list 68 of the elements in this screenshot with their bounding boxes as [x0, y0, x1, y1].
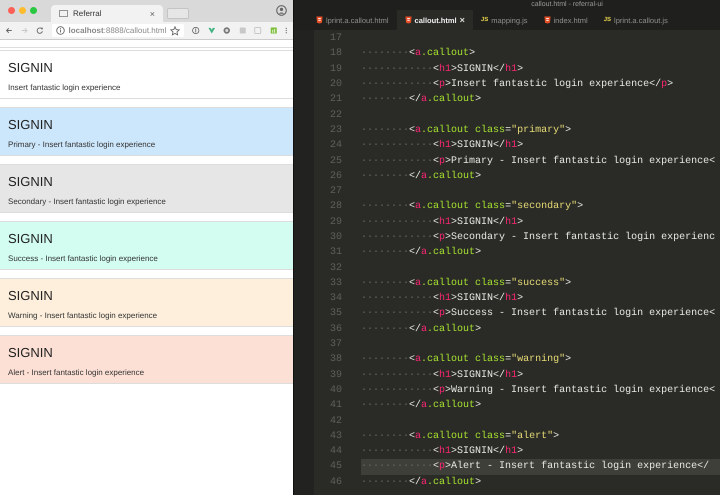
- code-line: ········</a.callout>: [361, 476, 482, 488]
- code-line: ········</a.callout>: [361, 400, 482, 412]
- callout-text: Success - Insert fantastic login experience: [8, 254, 159, 263]
- html-file-icon: [544, 16, 551, 24]
- code-line: ············<p>Alert - Insert fantastic login experience</: [361, 461, 710, 472]
- callout-card[interactable]: SIGNIN Insert fantastic login experience: [0, 50, 293, 99]
- callout-card[interactable]: SIGNIN Primary - Insert fantastic login experience: [0, 107, 293, 156]
- code-line: ········</a.callout>: [361, 94, 482, 106]
- code-line: ········<a.callout class="primary">: [361, 124, 572, 136]
- v-logo-icon[interactable]: [208, 26, 216, 35]
- new-tab-button[interactable]: [167, 8, 189, 19]
- forward-icon[interactable]: [20, 26, 28, 35]
- callout-title: SIGNIN: [8, 345, 54, 360]
- address-bar[interactable]: localhost:8888/callout.html: [52, 24, 184, 37]
- callout-text: Primary - Insert fantastic login experience: [8, 140, 156, 149]
- info-icon: [56, 26, 65, 35]
- chart-icon[interactable]: [270, 26, 278, 35]
- browser-tab[interactable]: Referral ×: [51, 5, 163, 22]
- code-line: ············<h1>SIGNIN</h1>: [361, 446, 524, 458]
- code-line: ············<h1>SIGNIN</h1>: [361, 293, 524, 304]
- code-line: ········<a.callout>: [361, 48, 476, 60]
- zoom-window-button[interactable]: [30, 7, 37, 14]
- callout-text: Alert - Insert fantastic login experience: [8, 368, 146, 377]
- code-line: ········<a.callout class="alert">: [361, 430, 560, 442]
- close-tab-button[interactable]: ×: [460, 15, 465, 25]
- tab-title: Referral: [73, 9, 102, 18]
- code-line: ········</a.callout>: [361, 170, 482, 182]
- code-line: ············<h1>SIGNIN</h1>: [361, 64, 524, 75]
- code-line: ········<a.callout class="warning">: [361, 354, 572, 366]
- code-line: ············<p>Primary - Insert fantastic login experience<: [361, 156, 716, 167]
- code-line: ········</a.callout>: [361, 324, 482, 335]
- menu-icon[interactable]: [285, 26, 288, 35]
- code-line: ············<p>Insert fantastic login experience</p>: [361, 79, 674, 90]
- code-line: ············<p>Warning - Insert fantastic login experience<: [361, 384, 716, 396]
- profile-icon[interactable]: [276, 5, 287, 16]
- square-icon[interactable]: [238, 26, 246, 35]
- code-line: ········</a.callout>: [361, 247, 482, 258]
- callout-title: SIGNIN: [8, 174, 54, 189]
- page-icon: [59, 10, 68, 17]
- callout-title: SIGNIN: [8, 231, 54, 246]
- code-line: ············<h1>SIGNIN</h1>: [361, 216, 524, 228]
- circle-icon[interactable]: [223, 26, 231, 35]
- info-icon[interactable]: [192, 26, 200, 35]
- code-line: ············<p>Secondary - Insert fantastic login experienc: [361, 232, 716, 243]
- code-line: ············<h1>SIGNIN</h1>: [361, 140, 524, 152]
- reload-icon[interactable]: [36, 26, 44, 35]
- back-icon[interactable]: [5, 26, 13, 35]
- callout-text: Warning - Insert fantastic login experience: [8, 311, 158, 320]
- callout-text: Insert fantastic login experience: [8, 83, 122, 92]
- star-icon[interactable]: [170, 26, 180, 36]
- callout-card[interactable]: SIGNIN Alert - Insert fantastic login experience: [0, 335, 293, 384]
- code-line: ············<p>Success - Insert fantastic login experience<: [361, 308, 716, 320]
- html-file-icon: [316, 16, 323, 24]
- close-tab-button[interactable]: ×: [150, 8, 155, 18]
- callout-title: SIGNIN: [8, 288, 54, 303]
- code-line: ········<a.callout class="secondary">: [361, 201, 584, 212]
- callout-card[interactable]: SIGNIN Secondary - Insert fantastic login experience: [0, 164, 293, 213]
- callout-text: Secondary - Insert fantastic login experience: [8, 197, 167, 206]
- code-line: ············<h1>SIGNIN</h1>: [361, 370, 524, 381]
- callout-card[interactable]: SIGNIN Warning - Insert fantastic login experience: [0, 278, 293, 327]
- html-file-icon: [404, 16, 412, 24]
- close-window-button[interactable]: [8, 7, 15, 14]
- minimize-window-button[interactable]: [19, 7, 26, 14]
- callout-title: SIGNIN: [8, 60, 54, 75]
- callout-title: SIGNIN: [8, 117, 54, 132]
- callout-card[interactable]: SIGNIN Success - Insert fantastic login experience: [0, 221, 293, 270]
- code-line: ········<a.callout class="success">: [361, 278, 572, 289]
- square-icon[interactable]: [254, 26, 262, 35]
